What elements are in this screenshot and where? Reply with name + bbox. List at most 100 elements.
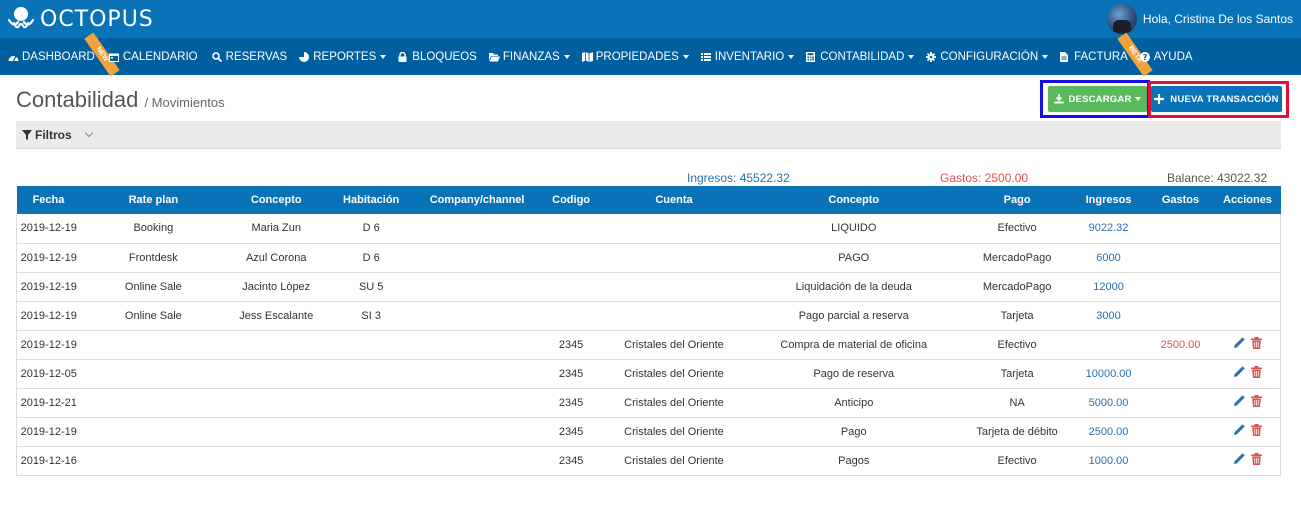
cell-codigo: 2345 — [538, 330, 605, 360]
table-row: 2019-12-19 2345 Cristales del Oriente Compr… — [16, 330, 1282, 360]
table-row: 2019-12-21 2345 Cristales del Oriente Antic… — [16, 388, 1282, 418]
cell-habitacion — [326, 388, 417, 418]
download-button[interactable]: DESCARGAR — [1048, 86, 1147, 112]
delete-trash-icon[interactable] — [1250, 366, 1262, 378]
delete-trash-icon[interactable] — [1250, 395, 1262, 407]
nav-item-bloqueos[interactable]: BLOQUEOS — [394, 51, 485, 63]
cell-acciones — [1214, 330, 1282, 360]
summary-balance: Balance: 43022.32 — [1167, 171, 1268, 185]
cell-ingresos[interactable]: 1000.00 — [1070, 446, 1147, 476]
cell-habitacion — [326, 359, 417, 389]
cell-codigo — [538, 214, 605, 244]
map-icon — [581, 51, 593, 62]
cell-ingresos[interactable]: 10000.00 — [1070, 359, 1147, 389]
filters-toggle[interactable]: Filtros — [16, 121, 1281, 149]
nav-item-calendario[interactable]: CALENDARIO — [103, 51, 206, 63]
cell-ingresos[interactable]: 3000 — [1070, 301, 1147, 331]
avatar[interactable] — [1106, 4, 1137, 34]
nav-item-factura[interactable]: FACTURA BETA — [1056, 32, 1153, 76]
delete-trash-icon[interactable] — [1250, 453, 1262, 465]
file-icon — [1060, 51, 1070, 62]
cell-company-channel — [416, 214, 539, 244]
cell-ingresos[interactable]: 12000 — [1070, 272, 1147, 302]
nav-item-propiedades[interactable]: PROPIEDADES — [578, 51, 697, 63]
top-bar: OCTOPUS Hola, Cristina De los Santos — [0, 0, 1301, 38]
cell-acciones — [1214, 301, 1282, 331]
cell-acciones — [1214, 272, 1282, 302]
nav-item-reportes[interactable]: REPORTES — [295, 51, 394, 63]
cell-concepto: Jacinto Lòpez — [226, 272, 327, 302]
nav-item-ayuda[interactable]: ? AYUDA — [1136, 51, 1201, 63]
cell-codigo: 2345 — [538, 388, 605, 418]
gear-icon — [926, 51, 937, 62]
column-header: Codigo — [538, 186, 605, 214]
table-row: 2019-12-05 2345 Cristales del Oriente Pago … — [16, 359, 1282, 389]
cell-cuenta — [604, 214, 744, 244]
cell-cuenta: Cristales del Oriente — [604, 446, 744, 476]
cell-ingresos[interactable]: 9022.32 — [1070, 214, 1147, 244]
new-transaction-button[interactable]: NUEVA TRANSACCIÓN — [1151, 86, 1282, 112]
calculator-icon — [806, 51, 816, 62]
cell-ingresos[interactable]: 5000.00 — [1070, 388, 1147, 418]
chevron-down-icon — [908, 54, 915, 59]
cell-rate-plan — [80, 417, 227, 447]
cell-pago: Tarjeta — [963, 359, 1071, 389]
cell-concepto — [226, 417, 327, 447]
table-header-row: Fecha Rate plan Concepto Habitación Company/… — [16, 186, 1281, 214]
cell-cuenta — [604, 243, 744, 273]
chevron-down-icon — [1134, 97, 1141, 101]
cell-concepto — [226, 446, 327, 476]
nav-item-finanzas[interactable]: FINANZAS — [485, 51, 578, 63]
nav-item-label: CALENDARIO — [122, 50, 198, 63]
nav-item-label: FACTURA — [1074, 50, 1128, 63]
cell-cuenta — [604, 272, 744, 302]
brand-logo[interactable]: OCTOPUS — [6, 6, 154, 32]
user-greeting: Hola, Cristina De los Santos — [1142, 12, 1293, 26]
edit-pencil-icon[interactable] — [1233, 395, 1245, 407]
column-header: Pago — [963, 186, 1071, 214]
cell-ingresos — [1070, 330, 1147, 360]
delete-trash-icon[interactable] — [1250, 424, 1262, 436]
cell-gastos — [1146, 272, 1215, 302]
table-row: 2019-12-19 Frontdesk Azul Corona D 6 PAGO Mer… — [16, 243, 1282, 273]
cell-rate-plan: Booking — [80, 214, 227, 244]
search-icon — [211, 51, 222, 62]
cell-concepto-detalle: Pago parcial a reserva — [743, 301, 964, 331]
cell-codigo: 2345 — [538, 417, 605, 447]
cell-fecha: 2019-12-19 — [16, 243, 81, 273]
edit-pencil-icon[interactable] — [1233, 366, 1245, 378]
cell-codigo — [538, 301, 605, 331]
cell-pago: Tarjeta de débito — [963, 417, 1071, 447]
cell-gastos: 2500.00 — [1146, 330, 1215, 360]
cell-habitacion: SU 5 — [326, 272, 417, 302]
download-button-label: DESCARGAR — [1068, 93, 1132, 105]
nav-item-inventario[interactable]: INVENTARIO — [697, 51, 802, 63]
nav-item-dashboard[interactable]: DASHBOARD NEW — [2, 32, 120, 76]
filters-label: Filtros — [35, 127, 72, 142]
cell-company-channel — [416, 446, 539, 476]
cell-fecha: 2019-12-16 — [16, 446, 81, 476]
nav-item-contabilidad[interactable]: CONTABILIDAD — [802, 51, 922, 63]
table-row: 2019-12-16 2345 Cristales del Oriente Pagos… — [16, 446, 1282, 476]
cell-ingresos[interactable]: 6000 — [1070, 243, 1147, 273]
user-menu[interactable]: Hola, Cristina De los Santos — [1106, 4, 1293, 34]
cell-concepto — [226, 359, 327, 389]
cell-ingresos[interactable]: 2500.00 — [1070, 417, 1147, 447]
cell-rate-plan — [80, 330, 227, 360]
nav-item-reservas[interactable]: RESERVAS — [206, 51, 296, 63]
page-title-main: Contabilidad — [16, 87, 139, 112]
edit-pencil-icon[interactable] — [1233, 453, 1245, 465]
cell-concepto-detalle: Anticipo — [743, 388, 964, 418]
cell-gastos — [1146, 301, 1215, 331]
svg-text:?: ? — [1142, 53, 1147, 62]
delete-trash-icon[interactable] — [1250, 337, 1262, 349]
edit-pencil-icon[interactable] — [1233, 337, 1245, 349]
column-header: Habitación — [326, 186, 417, 214]
nav-item-configuraci-n[interactable]: CONFIGURACIÓN — [922, 51, 1056, 63]
edit-pencil-icon[interactable] — [1233, 424, 1245, 436]
nav-item-label: INVENTARIO — [714, 50, 785, 63]
cell-pago: Tarjeta — [963, 301, 1071, 331]
cell-codigo — [538, 243, 605, 273]
cell-acciones — [1214, 359, 1282, 389]
cell-habitacion: SI 3 — [326, 301, 417, 331]
